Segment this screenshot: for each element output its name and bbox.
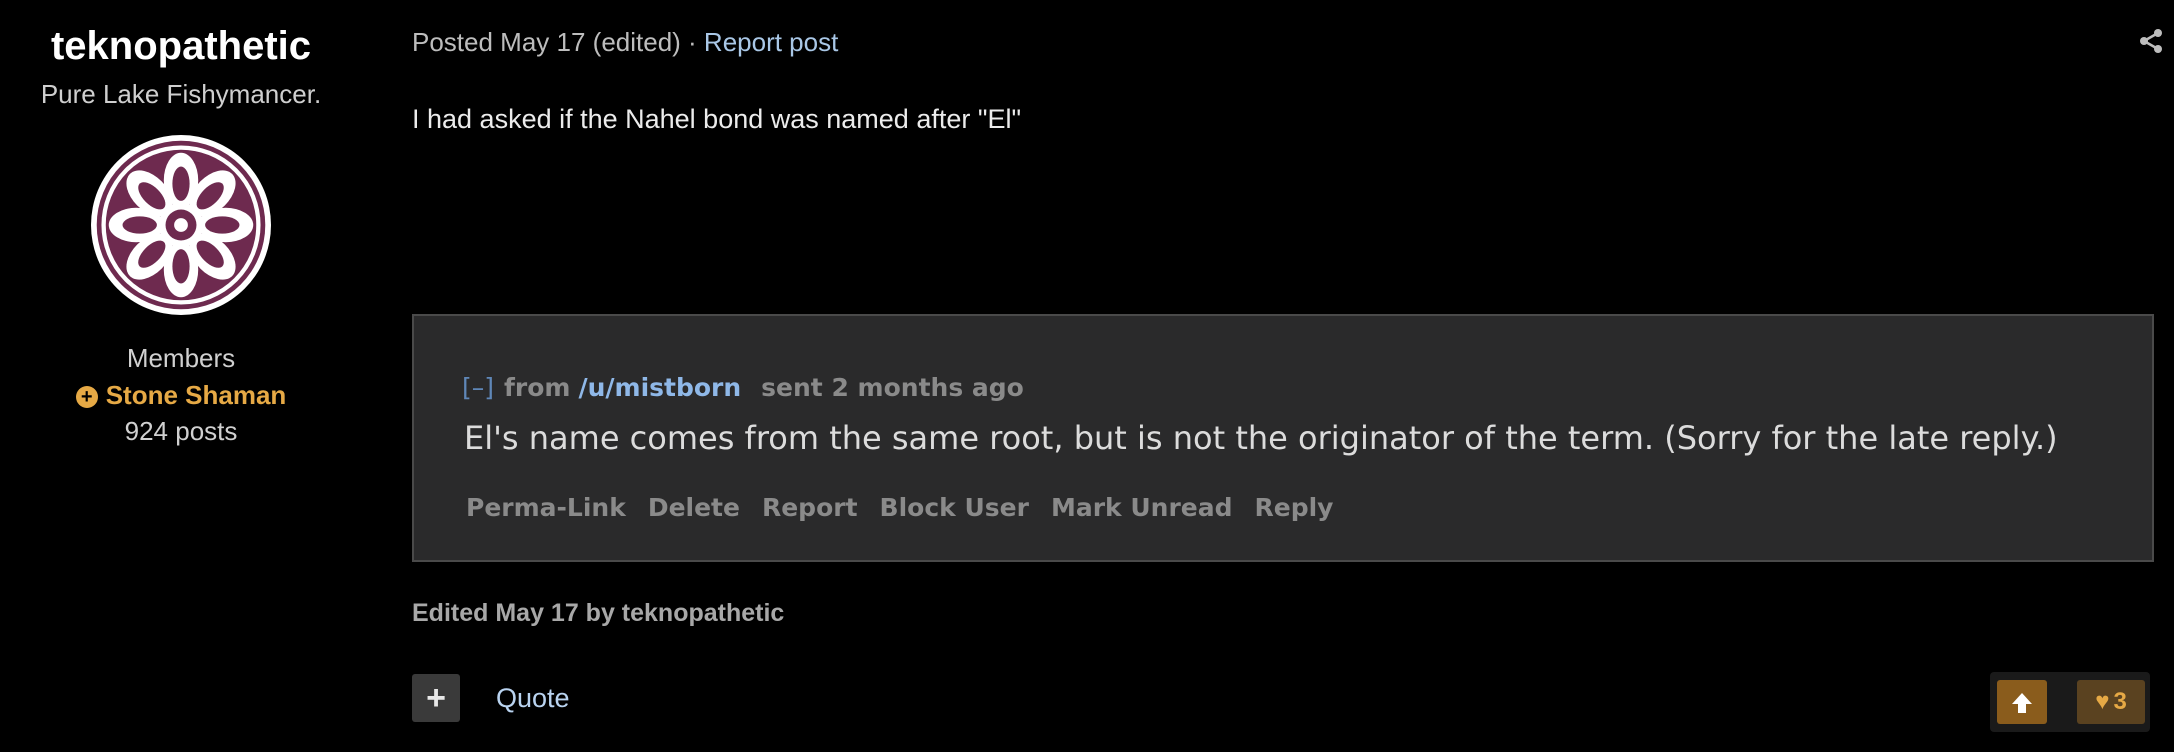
from-label: from <box>504 373 571 402</box>
author-post-count: 924 posts <box>124 416 238 446</box>
message-action-block-user: Block User <box>879 493 1029 522</box>
multiquote-button[interactable]: + <box>412 674 460 722</box>
message-action-mark-unread: Mark Unread <box>1050 493 1233 522</box>
like-button[interactable]: ♥ 3 <box>2077 680 2145 724</box>
avatar-mandala-icon <box>96 140 266 310</box>
author-rank-label: Stone Shaman <box>105 380 287 410</box>
share-icon[interactable] <box>2139 28 2163 54</box>
plus-circle-icon: + <box>75 386 98 408</box>
author-name[interactable]: teknopathetic <box>0 22 362 70</box>
quote-button[interactable]: Quote <box>496 682 570 714</box>
edited-note: Edited May 17 by teknopathetic <box>412 599 785 627</box>
author-title: Pure Lake Fishymancer. <box>40 79 322 109</box>
embedded-message-screenshot: [–] from/u/mistborn sent 2 months ago El's… <box>412 314 2154 562</box>
message-action-report: Report <box>761 493 858 522</box>
arrow-up-icon <box>2012 693 2032 713</box>
message-actions: Perma-Link Delete Report Block User Mark Unr… <box>466 492 1355 524</box>
author-group: Members <box>126 343 236 373</box>
author-rank: + Stone Shaman <box>0 379 362 411</box>
post-date: Posted May 17 (edited) · <box>412 27 704 57</box>
collapse-toggle: [–] <box>462 373 495 402</box>
message-text: El's name comes from the same root, but … <box>464 419 2058 457</box>
like-count: 3 <box>2113 688 2127 715</box>
report-post-link[interactable]: Report post <box>704 27 838 57</box>
message-action-delete: Delete <box>647 493 740 522</box>
post-body: I had asked if the Nahel bond was named … <box>412 104 1022 134</box>
message-action-permalink: Perma-Link <box>466 493 626 522</box>
post-meta: Posted May 17 (edited) · Report post <box>412 26 838 58</box>
forum-post: teknopathetic Pure Lake Fishymancer. Mem… <box>0 0 2174 752</box>
message-sender: /u/mistborn <box>578 373 742 402</box>
message-action-reply: Reply <box>1254 493 1334 522</box>
message-header: [–] from/u/mistborn sent 2 months ago <box>462 372 1024 404</box>
message-sent-time: sent 2 months ago <box>761 373 1024 402</box>
avatar[interactable] <box>91 135 271 315</box>
upvote-button[interactable] <box>1997 680 2047 724</box>
heart-icon: ♥ <box>2095 688 2110 715</box>
